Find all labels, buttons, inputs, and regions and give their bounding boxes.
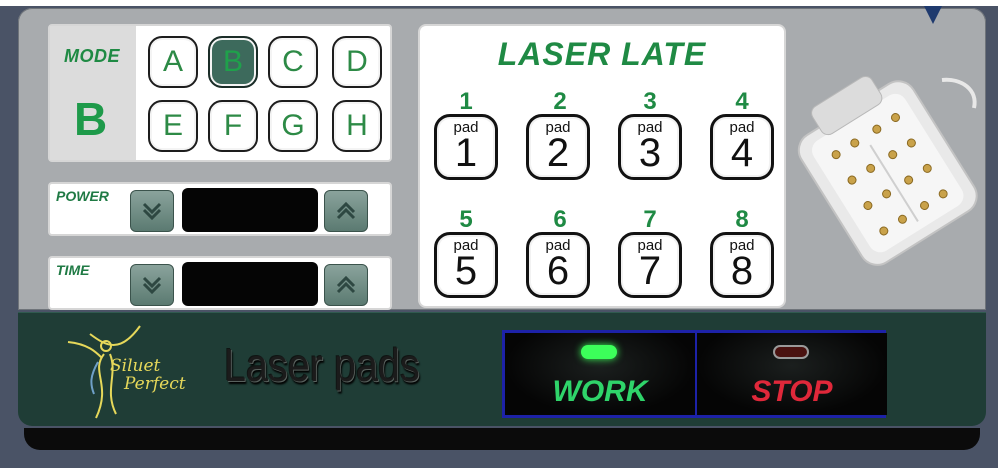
- mode-button-h[interactable]: H: [332, 100, 382, 152]
- stop-led-indicator: [773, 345, 809, 359]
- mode-button-d[interactable]: D: [332, 36, 382, 88]
- work-stop-panel: WORK STOP: [502, 330, 887, 418]
- work-led-indicator: [581, 345, 617, 359]
- pad-digit: 8: [730, 249, 754, 293]
- pad-digit: 1: [454, 131, 478, 175]
- top-strip: [0, 0, 998, 6]
- mode-button-f[interactable]: F: [208, 100, 258, 152]
- work-button[interactable]: WORK: [505, 333, 695, 415]
- chevron-double-up-icon: [336, 275, 356, 294]
- power-up-button[interactable]: [324, 190, 368, 232]
- mode-button-c[interactable]: C: [268, 36, 318, 88]
- pad-button-3[interactable]: pad 3: [618, 114, 682, 180]
- chevron-double-down-icon: [142, 202, 162, 221]
- pad-button-6[interactable]: pad 6: [526, 232, 590, 298]
- pad-number-6: 6: [553, 206, 567, 233]
- chevron-double-down-icon: [142, 276, 162, 295]
- pad-number-4: 4: [735, 88, 749, 115]
- pad-digit: 4: [730, 131, 754, 175]
- power-down-button[interactable]: [130, 190, 174, 232]
- logo-text-line2: Perfect: [124, 374, 186, 394]
- mode-button-a[interactable]: A: [148, 36, 198, 88]
- pad-button-5[interactable]: pad 5: [434, 232, 498, 298]
- stop-label: STOP: [751, 375, 833, 408]
- pad-number-1: 1: [459, 88, 473, 115]
- pad-panel-title: LASER LATE: [497, 36, 707, 72]
- pad-button-4[interactable]: pad 4: [710, 114, 774, 180]
- logo-text-line1: Siluet: [110, 356, 161, 376]
- mode-button-b[interactable]: B: [208, 36, 258, 88]
- pad-number-8: 8: [735, 206, 749, 233]
- mode-button-e[interactable]: E: [148, 100, 198, 152]
- pad-button-8[interactable]: pad 8: [710, 232, 774, 298]
- power-display: [182, 188, 318, 232]
- pad-number-3: 3: [643, 88, 657, 115]
- pad-digit: 3: [638, 131, 662, 175]
- pad-number-5: 5: [459, 206, 473, 233]
- mode-panel: MODE B A B C D E F G H: [48, 24, 392, 162]
- chevron-double-up-icon: [336, 201, 356, 220]
- current-mode-value: B: [74, 93, 108, 145]
- stop-button[interactable]: STOP: [697, 333, 887, 415]
- brand-title: Laser pads: [224, 339, 420, 391]
- work-label: WORK: [552, 375, 648, 408]
- time-panel: TIME: [48, 256, 392, 310]
- mode-label: MODE: [64, 46, 120, 66]
- corner-marker-icon: [924, 6, 942, 24]
- pad-button-7[interactable]: pad 7: [618, 232, 682, 298]
- pad-digit: 5: [454, 249, 478, 293]
- time-display: [182, 262, 318, 306]
- time-up-button[interactable]: [324, 264, 368, 306]
- pad-digit: 7: [638, 249, 662, 293]
- power-label: POWER: [56, 188, 109, 204]
- pad-number-7: 7: [643, 206, 657, 233]
- power-panel: POWER: [48, 182, 392, 236]
- pad-number-2: 2: [553, 88, 567, 115]
- pad-button-1[interactable]: pad 1: [434, 114, 498, 180]
- time-label: TIME: [56, 262, 90, 278]
- mode-button-g[interactable]: G: [268, 100, 318, 152]
- pad-button-2[interactable]: pad 2: [526, 114, 590, 180]
- pad-digit: 6: [546, 249, 570, 293]
- pad-panel: LASER LATE 1 pad 1 2 pad 2 3 pad 3 4 pad…: [418, 24, 786, 308]
- device-base: [24, 428, 980, 450]
- time-down-button[interactable]: [130, 264, 174, 306]
- pad-digit: 2: [546, 131, 570, 175]
- laser-pad-device-image: [797, 75, 978, 266]
